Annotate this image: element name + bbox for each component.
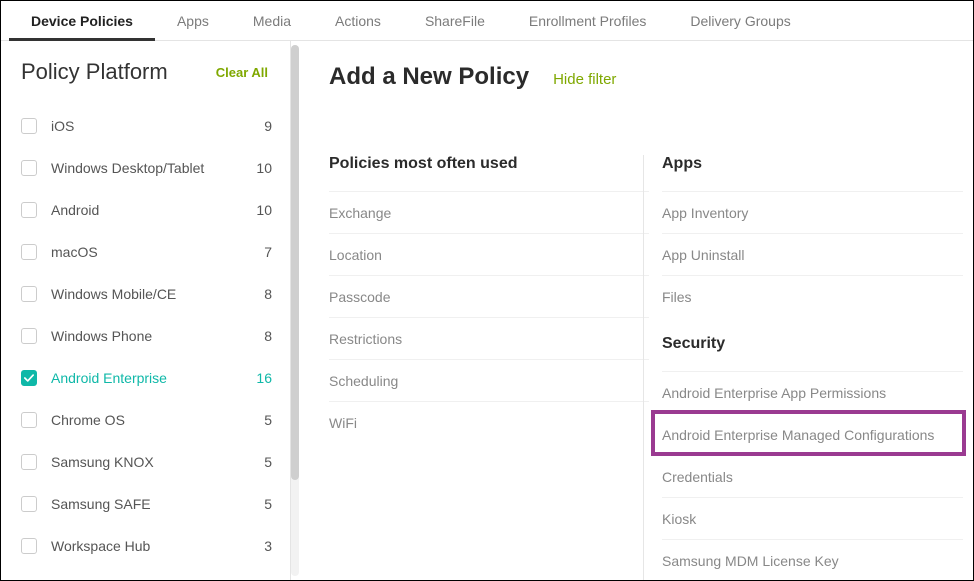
clear-all-link[interactable]: Clear All bbox=[216, 65, 268, 80]
policy-link-android-enterprise-app-permissions[interactable]: Android Enterprise App Permissions bbox=[662, 371, 963, 413]
platform-label: macOS bbox=[51, 244, 248, 260]
checkbox-icon[interactable] bbox=[21, 328, 37, 344]
platform-item-samsung-safe[interactable]: Samsung SAFE5 bbox=[21, 483, 278, 525]
checkbox-icon[interactable] bbox=[21, 538, 37, 554]
checkbox-icon[interactable] bbox=[21, 412, 37, 428]
sidebar-title: Policy Platform bbox=[21, 59, 168, 85]
platform-label: Windows Desktop/Tablet bbox=[51, 160, 248, 176]
checkbox-icon[interactable] bbox=[21, 496, 37, 512]
tab-media[interactable]: Media bbox=[231, 1, 313, 41]
policy-link-files[interactable]: Files bbox=[662, 275, 963, 317]
platform-count: 8 bbox=[248, 286, 278, 302]
platform-count: 8 bbox=[248, 328, 278, 344]
platform-count: 5 bbox=[248, 412, 278, 428]
platform-item-windows-desktop-tablet[interactable]: Windows Desktop/Tablet10 bbox=[21, 147, 278, 189]
platform-count: 10 bbox=[248, 202, 278, 218]
hide-filter-link[interactable]: Hide filter bbox=[553, 71, 616, 88]
platform-label: Samsung SAFE bbox=[51, 496, 248, 512]
column-heading: Policies most often used bbox=[329, 155, 649, 179]
platform-label: Samsung KNOX bbox=[51, 454, 248, 470]
page-title: Add a New Policy bbox=[329, 63, 529, 91]
column-heading: Security bbox=[662, 335, 963, 359]
policy-column: Apps App InventoryApp UninstallFiles Secur… bbox=[643, 155, 963, 580]
platform-count: 9 bbox=[248, 118, 278, 134]
platform-item-chrome-os[interactable]: Chrome OS5 bbox=[21, 399, 278, 441]
column-heading: Apps bbox=[662, 155, 963, 179]
platform-label: Chrome OS bbox=[51, 412, 248, 428]
top-tabs: Device PoliciesAppsMediaActionsShareFile… bbox=[1, 1, 973, 41]
checkbox-icon[interactable] bbox=[21, 160, 37, 176]
platform-count: 5 bbox=[248, 454, 278, 470]
checkbox-icon[interactable] bbox=[21, 454, 37, 470]
policy-link-credentials[interactable]: Credentials bbox=[662, 455, 963, 497]
checkbox-icon[interactable] bbox=[21, 202, 37, 218]
tab-device-policies[interactable]: Device Policies bbox=[9, 1, 155, 41]
platform-item-samsung-knox[interactable]: Samsung KNOX5 bbox=[21, 441, 278, 483]
platform-item-android-enterprise[interactable]: Android Enterprise16 bbox=[21, 357, 278, 399]
platform-label: Android bbox=[51, 202, 248, 218]
policy-link-scheduling[interactable]: Scheduling bbox=[329, 359, 649, 401]
policy-link-restrictions[interactable]: Restrictions bbox=[329, 317, 649, 359]
platform-item-windows-mobile-ce[interactable]: Windows Mobile/CE8 bbox=[21, 273, 278, 315]
main-content: Add a New Policy Hide filter Policies mo… bbox=[291, 41, 973, 580]
sidebar-scrollbar[interactable] bbox=[291, 45, 299, 576]
platform-count: 5 bbox=[248, 496, 278, 512]
policy-link-samsung-mdm-license-key[interactable]: Samsung MDM License Key bbox=[662, 539, 963, 580]
platform-item-windows-phone[interactable]: Windows Phone8 bbox=[21, 315, 278, 357]
tab-delivery-groups[interactable]: Delivery Groups bbox=[668, 1, 812, 41]
platform-count: 16 bbox=[248, 370, 278, 386]
policy-link-app-inventory[interactable]: App Inventory bbox=[662, 191, 963, 233]
platform-label: Android Enterprise bbox=[51, 370, 248, 386]
policy-link-android-enterprise-managed-configurations[interactable]: Android Enterprise Managed Configuration… bbox=[662, 413, 963, 455]
policy-link-location[interactable]: Location bbox=[329, 233, 649, 275]
checkbox-icon[interactable] bbox=[21, 370, 37, 386]
checkbox-icon[interactable] bbox=[21, 118, 37, 134]
policy-link-passcode[interactable]: Passcode bbox=[329, 275, 649, 317]
policy-link-wifi[interactable]: WiFi bbox=[329, 401, 649, 443]
platform-count: 7 bbox=[248, 244, 278, 260]
platform-item-workspace-hub[interactable]: Workspace Hub3 bbox=[21, 525, 278, 567]
tab-actions[interactable]: Actions bbox=[313, 1, 403, 41]
tab-apps[interactable]: Apps bbox=[155, 1, 231, 41]
policy-link-kiosk[interactable]: Kiosk bbox=[662, 497, 963, 539]
checkbox-icon[interactable] bbox=[21, 286, 37, 302]
platform-count: 3 bbox=[248, 538, 278, 554]
platform-label: Workspace Hub bbox=[51, 538, 248, 554]
sidebar-scroll-thumb[interactable] bbox=[291, 45, 299, 480]
platform-item-ios[interactable]: iOS9 bbox=[21, 105, 278, 147]
tab-enrollment-profiles[interactable]: Enrollment Profiles bbox=[507, 1, 669, 41]
platform-count: 10 bbox=[248, 160, 278, 176]
platform-item-android[interactable]: Android10 bbox=[21, 189, 278, 231]
platform-list: iOS9Windows Desktop/Tablet10Android10mac… bbox=[21, 105, 278, 567]
platform-label: iOS bbox=[51, 118, 248, 134]
policy-column: Policies most often used ExchangeLocation… bbox=[329, 155, 649, 580]
policy-link-app-uninstall[interactable]: App Uninstall bbox=[662, 233, 963, 275]
policy-link-exchange[interactable]: Exchange bbox=[329, 191, 649, 233]
platform-label: Windows Phone bbox=[51, 328, 248, 344]
sidebar: Policy Platform Clear All iOS9Windows De… bbox=[1, 41, 291, 580]
platform-item-macos[interactable]: macOS7 bbox=[21, 231, 278, 273]
platform-label: Windows Mobile/CE bbox=[51, 286, 248, 302]
tab-sharefile[interactable]: ShareFile bbox=[403, 1, 507, 41]
checkbox-icon[interactable] bbox=[21, 244, 37, 260]
